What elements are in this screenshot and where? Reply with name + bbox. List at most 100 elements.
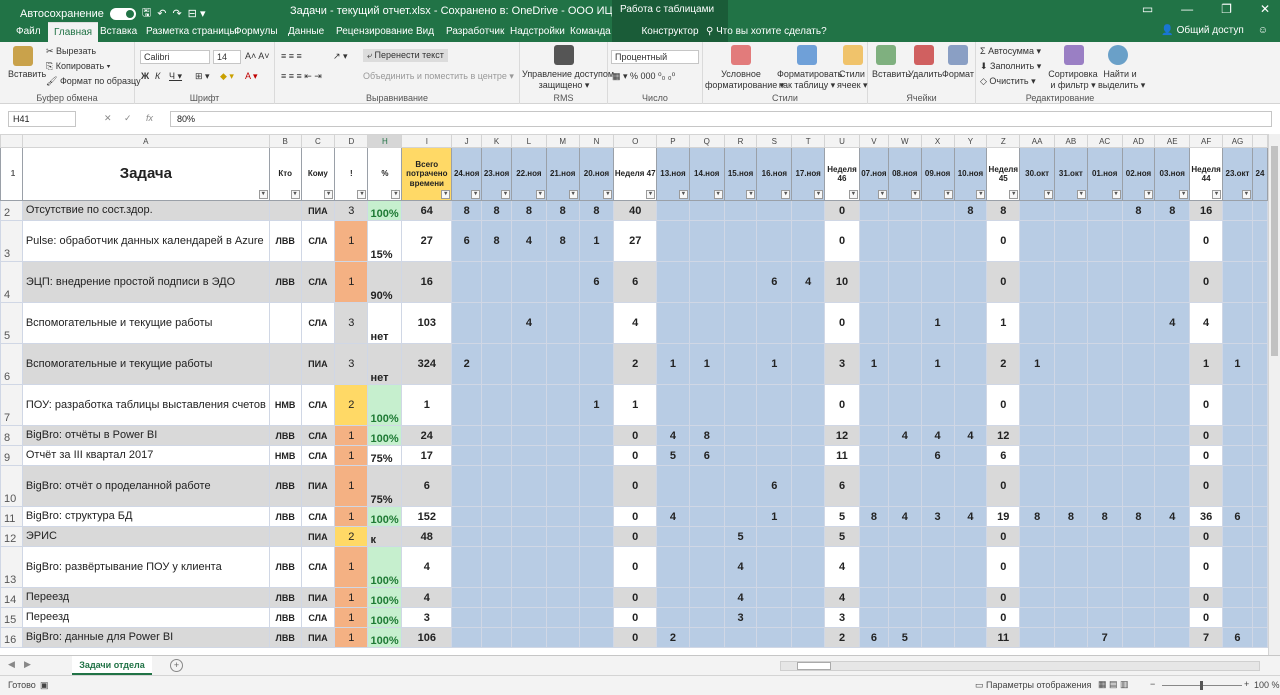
day-hours-cell[interactable] <box>578 302 615 344</box>
day-hours-cell[interactable] <box>481 526 513 547</box>
percent-cell[interactable]: 100% <box>367 546 403 588</box>
day-hours-cell[interactable] <box>756 546 793 588</box>
day-hours-cell[interactable]: 4 <box>1154 302 1191 344</box>
delete-cells-button[interactable]: Удалить <box>908 69 942 79</box>
day-hours-cell[interactable]: 4 <box>953 506 988 527</box>
day-hours-cell[interactable] <box>511 445 547 466</box>
day-hours-cell[interactable] <box>858 220 889 262</box>
day-hours-cell[interactable] <box>1121 220 1156 262</box>
priority-cell[interactable]: 1 <box>334 546 369 588</box>
day-hours-cell[interactable]: 8 <box>1019 506 1055 527</box>
day-hours-cell[interactable] <box>1019 627 1055 648</box>
day-hours-cell[interactable]: 0 <box>824 220 860 262</box>
total-time-cell[interactable]: 17 <box>401 445 453 466</box>
align-left-icon[interactable]: ≡ ≡ ≡ ⇤ ⇥ <box>281 71 322 82</box>
day-hours-cell[interactable]: 5 <box>824 526 860 547</box>
day-hours-cell[interactable] <box>1086 425 1123 446</box>
column-header[interactable]: A <box>21 134 270 148</box>
column-header[interactable]: AD <box>1121 134 1156 148</box>
column-header[interactable]: Q <box>688 134 725 148</box>
day-hours-cell[interactable] <box>656 384 690 426</box>
day-hours-cell[interactable] <box>451 302 483 344</box>
task-cell[interactable]: Переезд <box>21 587 270 608</box>
filter-dropdown-icon[interactable]: ▾ <box>1009 190 1019 199</box>
wrap-text-button[interactable]: ⤶ Перенести текст <box>363 49 448 62</box>
currency-icon[interactable]: ▦ ▾ % 000 ⁰₀ ₀⁰ <box>612 71 675 82</box>
cell-styles-icon[interactable] <box>843 45 863 65</box>
table-header-cell[interactable]: 24.ноя ▾ <box>451 147 483 201</box>
to-whom-cell[interactable]: ПИА <box>300 465 336 507</box>
day-hours-cell[interactable]: 4 <box>887 425 922 446</box>
tab-review[interactable]: Рецензирование <box>330 22 419 42</box>
column-header[interactable]: S <box>756 134 793 148</box>
day-hours-cell[interactable] <box>1019 587 1055 608</box>
table-header-cell[interactable]: 22.ноя ▾ <box>511 147 547 201</box>
day-hours-cell[interactable] <box>791 384 826 426</box>
day-hours-cell[interactable] <box>481 465 513 507</box>
cell-styles-button[interactable]: Стили <box>837 69 867 79</box>
table-header-cell[interactable]: 07.ноя ▾ <box>858 147 889 201</box>
day-hours-cell[interactable]: 5 <box>887 627 922 648</box>
table-header-cell[interactable]: 09.ноя ▾ <box>920 147 955 201</box>
day-hours-cell[interactable] <box>1121 384 1156 426</box>
day-hours-cell[interactable] <box>858 526 889 547</box>
day-hours-cell[interactable] <box>887 302 922 344</box>
row-header[interactable]: 15 <box>0 607 23 628</box>
day-hours-cell[interactable] <box>511 384 547 426</box>
who-cell[interactable]: ЛВВ <box>268 425 302 446</box>
day-hours-cell[interactable]: 3 <box>723 607 758 628</box>
day-hours-cell[interactable]: 5 <box>824 506 860 527</box>
day-hours-cell[interactable] <box>688 506 725 527</box>
column-header[interactable]: AC <box>1086 134 1123 148</box>
tab-addins[interactable]: Надстройки <box>504 22 571 42</box>
day-hours-cell[interactable] <box>656 465 690 507</box>
day-hours-cell[interactable] <box>511 425 547 446</box>
day-hours-cell[interactable] <box>1251 261 1268 303</box>
day-hours-cell[interactable] <box>1019 200 1055 221</box>
day-hours-cell[interactable]: 1 <box>688 343 725 385</box>
day-hours-cell[interactable]: 0 <box>1189 220 1224 262</box>
priority-cell[interactable]: 2 <box>334 384 369 426</box>
view-normal-icon[interactable]: ▦ ▤ ▥ <box>1098 679 1129 690</box>
table-header-cell[interactable]: Всего потрачено времени ▾ <box>401 147 453 201</box>
day-hours-cell[interactable] <box>511 546 547 588</box>
day-hours-cell[interactable] <box>1154 261 1191 303</box>
day-hours-cell[interactable] <box>953 627 988 648</box>
total-time-cell[interactable]: 324 <box>401 343 453 385</box>
zoom-in-icon[interactable]: + <box>1244 679 1249 689</box>
task-cell[interactable]: ЭРИС <box>21 526 270 547</box>
fx-icon[interactable]: fx <box>146 113 153 123</box>
table-header-cell[interactable]: 13.ноя ▾ <box>656 147 690 201</box>
total-time-cell[interactable]: 3 <box>401 607 453 628</box>
day-hours-cell[interactable]: 7 <box>1086 627 1123 648</box>
day-hours-cell[interactable]: 8 <box>1121 200 1156 221</box>
day-hours-cell[interactable]: 8 <box>1121 506 1156 527</box>
day-hours-cell[interactable] <box>723 343 758 385</box>
table-header-cell[interactable]: 02.ноя ▾ <box>1121 147 1156 201</box>
day-hours-cell[interactable] <box>1154 220 1191 262</box>
day-hours-cell[interactable]: 10 <box>824 261 860 303</box>
sort-filter-button[interactable]: Сортировка <box>1048 69 1098 79</box>
day-hours-cell[interactable]: 3 <box>920 506 955 527</box>
day-hours-cell[interactable] <box>887 546 922 588</box>
day-hours-cell[interactable] <box>1251 343 1268 385</box>
filter-dropdown-icon[interactable]: ▾ <box>258 190 268 199</box>
day-hours-cell[interactable] <box>511 465 547 507</box>
access-button[interactable]: Управление доступом <box>522 69 614 79</box>
day-hours-cell[interactable] <box>791 200 826 221</box>
select-all-corner[interactable] <box>0 134 23 148</box>
day-hours-cell[interactable]: 8 <box>545 220 580 262</box>
day-hours-cell[interactable] <box>1121 261 1156 303</box>
day-hours-cell[interactable]: 1 <box>656 343 690 385</box>
day-hours-cell[interactable]: 1 <box>858 343 889 385</box>
macro-record-icon[interactable]: ▣ <box>40 680 49 691</box>
save-icon[interactable]: 🖫 <box>142 4 151 23</box>
day-hours-cell[interactable]: 2 <box>986 343 1021 385</box>
filter-dropdown-icon[interactable]: ▾ <box>943 190 953 199</box>
day-hours-cell[interactable]: 6 <box>824 465 860 507</box>
day-hours-cell[interactable] <box>756 200 793 221</box>
day-hours-cell[interactable] <box>688 220 725 262</box>
day-hours-cell[interactable]: 8 <box>578 200 615 221</box>
priority-cell[interactable]: 3 <box>334 200 369 221</box>
day-hours-cell[interactable]: 8 <box>511 200 547 221</box>
